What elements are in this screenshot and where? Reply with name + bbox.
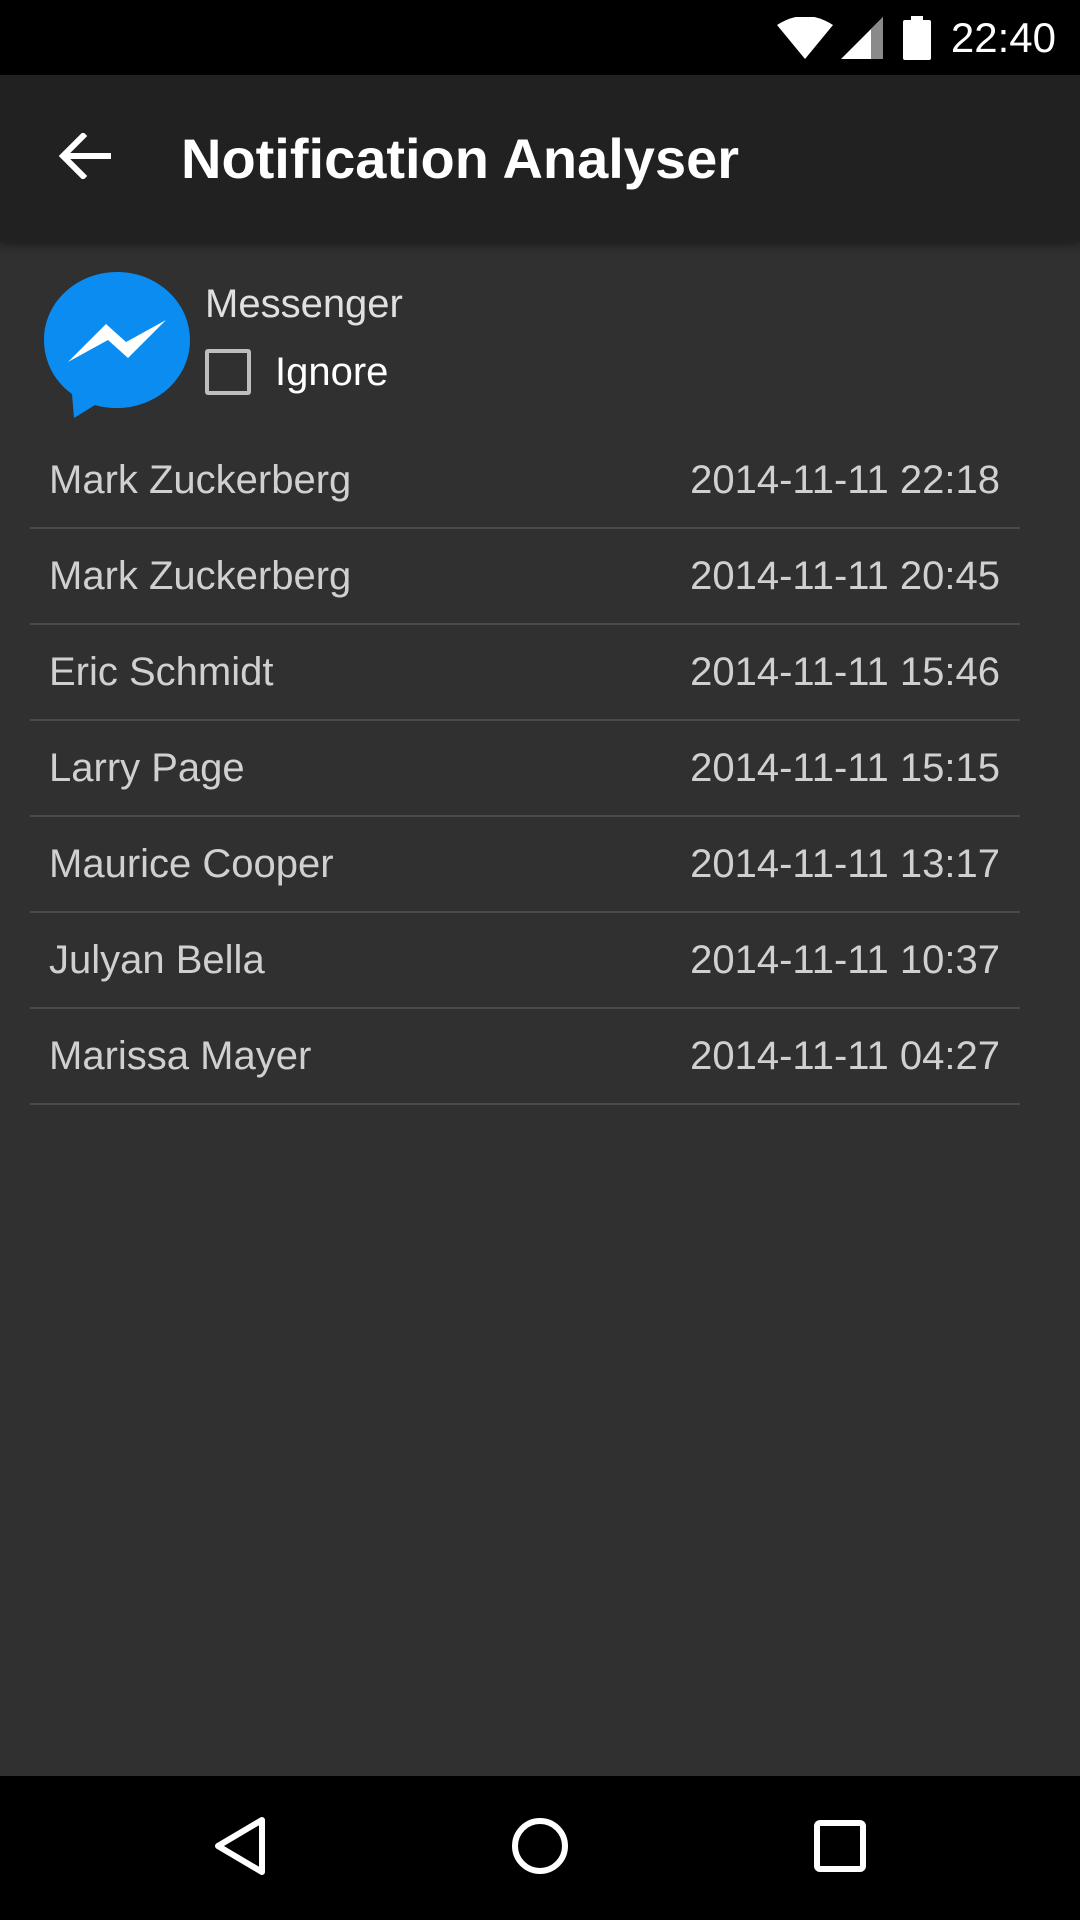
timestamp: 2014-11-11 13:17 [690, 841, 1000, 886]
ignore-label: Ignore [275, 349, 389, 394]
status-bar: 22:40 [0, 0, 1080, 75]
list-item[interactable]: Mark Zuckerberg 2014-11-11 20:45 [30, 529, 1020, 625]
cell-signal-icon [840, 16, 883, 59]
timestamp: 2014-11-11 15:15 [690, 745, 1000, 790]
ignore-checkbox-row[interactable]: Ignore [205, 342, 388, 402]
status-icons: 22:40 [776, 0, 1056, 75]
sender-name: Julyan Bella [49, 937, 265, 982]
nav-back-button[interactable] [190, 1798, 290, 1898]
list-item[interactable]: Marissa Mayer 2014-11-11 04:27 [30, 1009, 1020, 1105]
app-header: Messenger Ignore [0, 242, 1080, 422]
timestamp: 2014-11-11 20:45 [690, 553, 1000, 598]
sender-name: Mark Zuckerberg [49, 553, 352, 598]
list-item[interactable]: Julyan Bella 2014-11-11 10:37 [30, 913, 1020, 1009]
sender-name: Maurice Cooper [49, 841, 334, 886]
screen: 22:40 Notification Analyser Messenger Ig… [0, 0, 1080, 1920]
list-item[interactable]: Mark Zuckerberg 2014-11-11 22:18 [30, 433, 1020, 529]
notification-list: Mark Zuckerberg 2014-11-11 22:18 Mark Zu… [30, 433, 1020, 1105]
list-item[interactable]: Larry Page 2014-11-11 15:15 [30, 721, 1020, 817]
list-item[interactable]: Eric Schmidt 2014-11-11 15:46 [30, 625, 1020, 721]
app-bar: Notification Analyser [0, 75, 1080, 242]
back-triangle-icon [212, 1816, 268, 1881]
nav-home-button[interactable] [490, 1798, 590, 1898]
arrow-back-icon [58, 131, 112, 184]
messenger-icon [44, 272, 190, 418]
navigation-bar [0, 1776, 1080, 1920]
list-item[interactable]: Maurice Cooper 2014-11-11 13:17 [30, 817, 1020, 913]
recents-square-icon [813, 1819, 867, 1878]
sender-name: Eric Schmidt [49, 649, 274, 694]
timestamp: 2014-11-11 15:46 [690, 649, 1000, 694]
app-name: Messenger [205, 282, 403, 326]
status-time: 22:40 [950, 13, 1056, 61]
wifi-icon [776, 16, 833, 59]
nav-recents-button[interactable] [790, 1798, 890, 1898]
timestamp: 2014-11-11 10:37 [690, 937, 1000, 982]
battery-icon [902, 15, 931, 60]
ignore-checkbox[interactable] [205, 349, 251, 395]
sender-name: Larry Page [49, 745, 245, 790]
sender-name: Marissa Mayer [49, 1033, 312, 1078]
home-circle-icon [510, 1816, 570, 1881]
timestamp: 2014-11-11 04:27 [690, 1033, 1000, 1078]
page-title: Notification Analyser [181, 127, 740, 190]
back-button[interactable] [40, 118, 130, 198]
timestamp: 2014-11-11 22:18 [690, 457, 1000, 502]
sender-name: Mark Zuckerberg [49, 457, 352, 502]
